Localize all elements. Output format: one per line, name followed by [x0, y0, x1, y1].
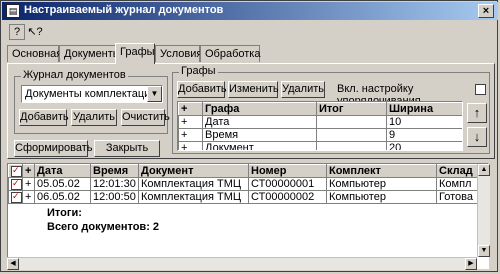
table-cell	[316, 141, 387, 150]
table-cell: Время	[202, 128, 317, 142]
table-cell: +	[22, 190, 35, 204]
document-count: Всего документов: 2	[47, 221, 160, 233]
table-cell	[316, 115, 387, 129]
scroll-up-icon[interactable]: ▲	[478, 164, 490, 176]
chevron-down-icon[interactable]: ▼	[147, 86, 162, 102]
column-add-button[interactable]: Добавить	[177, 81, 227, 98]
table-cell: Дата	[202, 115, 317, 129]
table-cell: +	[178, 128, 203, 142]
tab-panel: Журнал документов Документы комплектации…	[7, 63, 495, 159]
horizontal-scrollbar[interactable]: ◀ ▶	[7, 257, 477, 270]
tab-processing[interactable]: Обработка	[200, 45, 260, 62]
column-header: Графа	[202, 102, 317, 116]
move-up-button[interactable]: ↑	[467, 103, 487, 123]
table-cell: СТ00000002	[248, 190, 327, 204]
table-cell: 06.05.02	[34, 190, 91, 204]
column-header: Время	[90, 164, 139, 178]
journal-select-value: Документы комплектации	[25, 88, 157, 100]
table-cell: Компьютер	[326, 190, 437, 204]
tab-main[interactable]: Основная	[7, 45, 62, 62]
columns-group: Графы Добавить Изменить Удалить Вкл. нас…	[172, 65, 490, 154]
tab-conditions[interactable]: Условия	[155, 45, 202, 62]
move-down-button[interactable]: ↓	[467, 127, 487, 147]
table-cell: 9	[386, 128, 462, 142]
table-cell: Комплектация ТМЦ	[138, 177, 249, 191]
table-cell: +	[22, 177, 35, 191]
arrow-up-icon: ↑	[473, 105, 481, 120]
table-cell: Комплектация ТМЦ	[138, 190, 249, 204]
journal-select[interactable]: Документы комплектации ▼	[21, 85, 163, 103]
table-cell: Документ	[202, 141, 317, 150]
column-header: Итог	[316, 102, 387, 116]
table-row[interactable]: + 05.05.02 12:01:30 Комплектация ТМЦ СТ0…	[8, 177, 488, 191]
title-bar: ▤ Настраиваемый журнал документов ×	[2, 2, 498, 20]
column-header: Ширина	[386, 102, 462, 116]
table-row[interactable]: + Дата 10	[178, 115, 462, 129]
checkmark-header-icon	[8, 164, 23, 178]
journal-delete-button[interactable]: Удалить	[71, 109, 117, 126]
arrow-down-icon: ↓	[473, 129, 481, 144]
totals-block: Итоги: Всего документов: 2	[47, 206, 159, 234]
totals-label: Итоги:	[47, 207, 82, 219]
columns-header-row: + Графа Итог Ширина	[178, 102, 462, 116]
columns-table[interactable]: + Графа Итог Ширина + Дата 10 + Время 9 …	[177, 101, 463, 151]
app-window: ▤ Настраиваемый журнал документов × ? ↖?…	[0, 0, 498, 272]
journal-group-legend: Журнал документов	[21, 69, 128, 81]
checkmark-icon	[8, 177, 23, 191]
table-cell: 20	[386, 141, 462, 150]
scroll-down-icon[interactable]: ▼	[478, 245, 490, 257]
tab-documents[interactable]: Документы	[59, 45, 121, 62]
table-cell: +	[178, 115, 203, 129]
column-header: Документ	[138, 164, 249, 178]
journal-group: Журнал документов Документы комплектации…	[14, 69, 170, 134]
journal-add-button[interactable]: Добавить	[19, 109, 69, 126]
column-delete-button[interactable]: Удалить	[281, 81, 325, 98]
table-cell: 12:00:50	[90, 190, 139, 204]
form-button[interactable]: Сформировать	[14, 140, 93, 157]
app-icon: ▤	[6, 4, 20, 18]
close-window-button[interactable]: ×	[478, 4, 494, 18]
table-row[interactable]: + 06.05.02 12:00:50 Комплектация ТМЦ СТ0…	[8, 190, 488, 204]
tab-columns[interactable]: Графы	[115, 43, 155, 64]
table-cell: 05.05.02	[34, 177, 91, 191]
table-cell: 12:01:30	[90, 177, 139, 191]
help-button[interactable]: ?	[9, 24, 25, 40]
column-header: Номер	[248, 164, 327, 178]
journal-header-row: + Дата Время Документ Номер Комплект Скл…	[8, 164, 488, 178]
table-cell: +	[178, 141, 203, 150]
columns-group-legend: Графы	[179, 65, 218, 77]
checkmark-icon	[8, 190, 23, 204]
table-cell: Компьютер	[326, 177, 437, 191]
table-cell: 10	[386, 115, 462, 129]
table-row[interactable]: + Документ 20	[178, 141, 462, 150]
table-cell	[316, 128, 387, 142]
column-header: Комплект	[326, 164, 437, 178]
scroll-right-icon[interactable]: ▶	[465, 258, 477, 270]
column-header: +	[178, 102, 203, 116]
vertical-scrollbar[interactable]: ▲ ▼	[477, 164, 490, 257]
column-header: Дата	[34, 164, 91, 178]
scroll-left-icon[interactable]: ◀	[7, 258, 19, 270]
column-header: +	[22, 164, 35, 178]
column-edit-button[interactable]: Изменить	[228, 81, 279, 98]
ordering-checkbox[interactable]	[475, 84, 486, 95]
table-cell: СТ00000001	[248, 177, 327, 191]
journal-clear-button[interactable]: Очистить	[121, 109, 170, 126]
context-help-icon[interactable]: ↖?	[27, 24, 43, 40]
window-title: Настраиваемый журнал документов	[24, 4, 224, 16]
table-row[interactable]: + Время 9	[178, 128, 462, 142]
close-button[interactable]: Закрыть	[94, 140, 160, 157]
